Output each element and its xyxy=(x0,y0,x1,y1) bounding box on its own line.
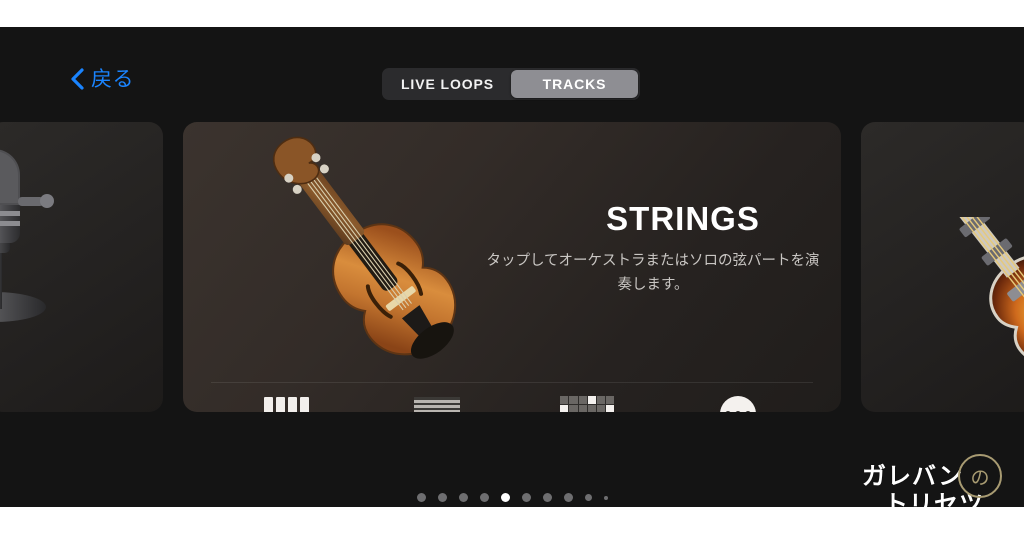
violin-bass-illustration xyxy=(946,217,1024,365)
letterbox-bottom xyxy=(0,507,1024,538)
page-dot[interactable] xyxy=(584,494,592,501)
app-screen: 戻る LIVE LOOPS TRACKS STRINGS タップしてオーケストラ… xyxy=(0,27,1024,507)
chevron-left-icon xyxy=(71,68,84,90)
back-button[interactable]: 戻る xyxy=(70,67,134,91)
more-dots-icon xyxy=(719,394,756,412)
instrument-carousel[interactable]: STRINGS タップしてオーケストラまたはソロの弦パートを演奏します。 Sma… xyxy=(0,95,1024,485)
page-dot[interactable] xyxy=(563,493,573,502)
vertical-bars-icon xyxy=(263,394,309,412)
page-dot[interactable] xyxy=(437,493,447,502)
page-dot-active[interactable] xyxy=(500,493,510,502)
tab-live-loops[interactable]: LIVE LOOPS xyxy=(384,70,511,98)
violin-illustration xyxy=(272,136,457,359)
page-dot[interactable] xyxy=(521,493,531,502)
page-dot[interactable] xyxy=(542,493,552,502)
page-dot[interactable] xyxy=(603,495,608,500)
grid-cells-icon xyxy=(560,394,615,412)
instrument-card-strings[interactable]: STRINGS タップしてオーケストラまたはソロの弦パートを演奏します。 Sma… xyxy=(183,122,841,412)
option-scales[interactable]: Scales xyxy=(512,394,663,412)
option-more-sounds[interactable]: その他のサウンド xyxy=(663,394,814,412)
pagination-dots[interactable] xyxy=(0,493,1024,502)
page-dot[interactable] xyxy=(458,493,468,502)
page-dot[interactable] xyxy=(479,493,489,502)
card-title: STRINGS xyxy=(606,200,760,237)
instrument-card-previous[interactable] xyxy=(0,122,163,412)
staff-lines-icon xyxy=(413,394,460,412)
page-dot[interactable] xyxy=(416,493,426,502)
option-smart-strings[interactable]: Smart Strings xyxy=(211,394,362,412)
navigation-bar: 戻る LIVE LOOPS TRACKS xyxy=(0,27,1024,100)
microphone-illustration xyxy=(0,149,54,322)
card-description: タップしてオーケストラまたはソロの弦パートを演奏します。 xyxy=(486,253,820,293)
card-divider xyxy=(211,382,813,383)
letterbox-top xyxy=(0,0,1024,27)
back-button-label: 戻る xyxy=(91,67,134,91)
tab-tracks[interactable]: TRACKS xyxy=(511,70,638,98)
option-notes[interactable]: Notes xyxy=(362,394,513,412)
instrument-card-next[interactable] xyxy=(861,122,1024,412)
instrument-options: Smart Strings Notes xyxy=(211,394,813,412)
